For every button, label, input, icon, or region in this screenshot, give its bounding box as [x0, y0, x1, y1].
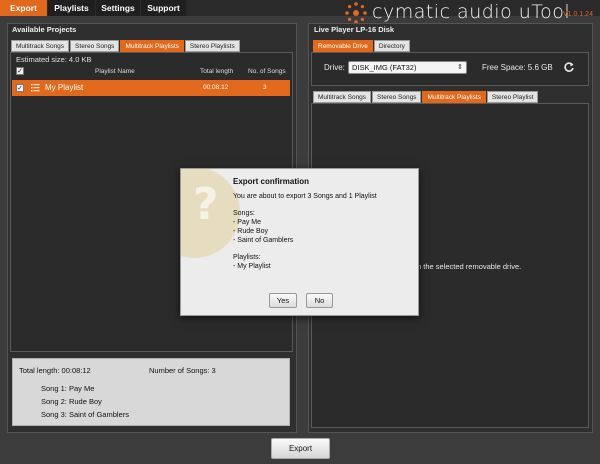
- tab-disk-multitrack-playlists[interactable]: Multitrack Playlists: [422, 91, 486, 103]
- disk-empty-message: nt in the selected removable drive.: [407, 262, 522, 271]
- drive-select-value: DISK_IMG (FAT32): [352, 63, 417, 72]
- dialog-song-item: - Pay Me: [233, 219, 262, 226]
- export-confirmation-dialog: ? Export confirmation You are about to e…: [180, 168, 419, 316]
- projects-table-header: ✓ Playlist Name Total length No. of Song…: [12, 67, 290, 77]
- summary-song-3: Song 3: Saint of Gamblers: [41, 410, 129, 419]
- tab-support[interactable]: Support: [141, 0, 186, 16]
- export-button[interactable]: Export: [271, 438, 330, 459]
- tab-multitrack-playlists[interactable]: Multitrack Playlists: [120, 40, 184, 52]
- brand-name: cymatic audio uTool: [372, 1, 571, 23]
- col-num-songs: No. of Songs: [248, 68, 286, 75]
- row-num-songs: 3: [263, 84, 267, 91]
- dialog-playlist-item: - My Playlist: [233, 263, 271, 270]
- row-playlist-name: My Playlist: [45, 83, 84, 92]
- tab-directory[interactable]: Directory: [373, 40, 410, 52]
- select-arrows-icon: ⇕: [457, 64, 463, 71]
- tab-disk-stereo-playlist[interactable]: Stereo Playlist: [486, 91, 539, 103]
- tab-stereo-songs[interactable]: Stereo Songs: [70, 40, 120, 52]
- row-total-length: 00:08:12: [203, 84, 229, 91]
- select-all-checkbox[interactable]: ✓: [16, 67, 24, 75]
- no-button[interactable]: No: [306, 293, 333, 308]
- playlist-icon: [31, 84, 40, 92]
- drive-type-tabs: Removable Drive Directory: [313, 40, 411, 52]
- disk-content-tabs: Multitrack Songs Stereo Songs Multitrack…: [313, 91, 539, 103]
- summary-total-length: Total length: 00:08:12: [19, 366, 91, 375]
- col-total-length: Total length: [200, 68, 234, 75]
- row-checkbox[interactable]: ✓: [16, 84, 24, 92]
- yes-button[interactable]: Yes: [269, 293, 297, 308]
- dialog-title: Export confirmation: [233, 177, 310, 186]
- summary-song-1: Song 1: Pay Me: [41, 384, 95, 393]
- project-type-tabs: Multitrack Songs Stereo Songs Multitrack…: [11, 40, 241, 52]
- live-player-title: Live Player LP-16 Disk: [314, 25, 395, 34]
- summary-num-songs: Number of Songs: 3: [149, 366, 216, 375]
- version-label: V1.0.1.24: [563, 11, 593, 18]
- dialog-playlists-header: Playlists:: [233, 254, 261, 261]
- drive-label: Drive:: [324, 63, 345, 72]
- tab-multitrack-songs[interactable]: Multitrack Songs: [11, 40, 70, 52]
- dialog-song-item: - Saint of Gamblers: [233, 237, 294, 244]
- dialog-songs-header: Songs:: [233, 210, 255, 217]
- free-space: Free Space: 5.6 GB: [482, 63, 553, 72]
- cymatic-logo-icon: [345, 2, 367, 24]
- available-projects-title: Available Projects: [12, 25, 77, 34]
- summary-song-2: Song 2: Rude Boy: [41, 397, 102, 406]
- dialog-message: You are about to export 3 Songs and 1 Pl…: [233, 193, 377, 200]
- tab-disk-stereo-songs[interactable]: Stereo Songs: [372, 91, 422, 103]
- project-summary: Total length: 00:08:12 Number of Songs: …: [12, 358, 290, 426]
- tab-settings[interactable]: Settings: [96, 0, 140, 16]
- table-row[interactable]: ✓ My Playlist 00:08:12 3: [12, 80, 290, 96]
- tab-playlists[interactable]: Playlists: [48, 0, 95, 16]
- refresh-icon[interactable]: [563, 61, 575, 73]
- tab-stereo-playlists[interactable]: Stereo Playlists: [184, 40, 240, 52]
- dialog-song-item: - Rude Boy: [233, 228, 269, 235]
- tab-removable-drive[interactable]: Removable Drive: [313, 40, 373, 52]
- drive-select[interactable]: DISK_IMG (FAT32) ⇕: [348, 61, 467, 74]
- tab-export[interactable]: Export: [0, 0, 47, 16]
- col-playlist-name: Playlist Name: [95, 68, 135, 75]
- question-icon: ?: [181, 169, 240, 258]
- tab-disk-multitrack-songs[interactable]: Multitrack Songs: [313, 91, 372, 103]
- estimated-size: Estimated size: 4.0 KB: [16, 55, 92, 64]
